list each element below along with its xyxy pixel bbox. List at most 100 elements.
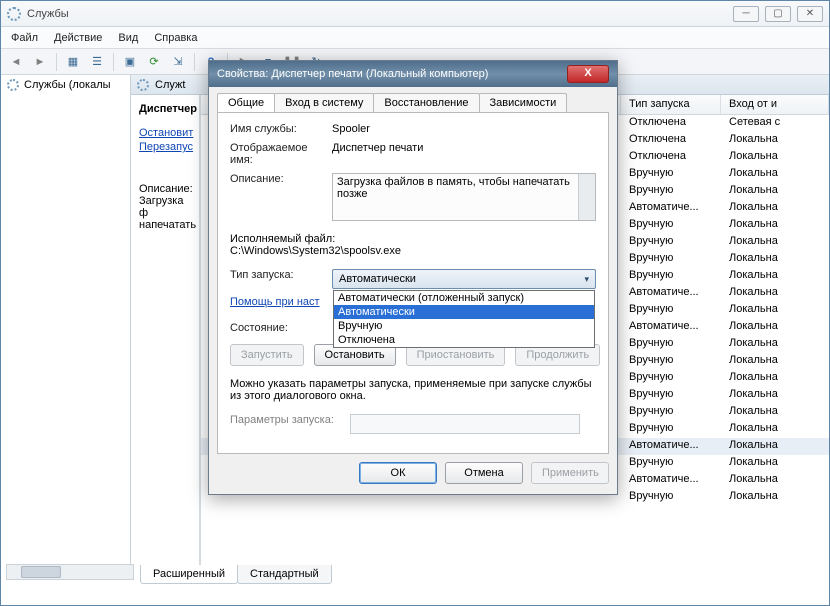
col-logon[interactable]: Вход от и	[721, 95, 829, 114]
tab-logon[interactable]: Вход в систему	[274, 93, 374, 112]
startup-params-input	[350, 414, 580, 434]
cell-logon: Локальна	[721, 167, 829, 182]
horizontal-scrollbar[interactable]	[6, 564, 134, 580]
cancel-button[interactable]: Отмена	[445, 462, 523, 484]
cell-startup: Вручную	[621, 354, 721, 369]
services-icon	[7, 7, 21, 21]
value-exe-path: C:\Windows\System32\spoolsv.exe	[230, 245, 596, 257]
list-view-button[interactable]: ☰	[86, 52, 108, 72]
cell-startup: Вручную	[621, 337, 721, 352]
cell-logon: Локальна	[721, 201, 829, 216]
label-startup-type: Тип запуска:	[230, 269, 332, 289]
tree-panel: Службы (локалы	[1, 75, 131, 580]
detail-header-label: Служt	[155, 79, 185, 91]
maximize-button[interactable]: ▢	[765, 6, 791, 22]
option-delayed[interactable]: Автоматически (отложенный запуск)	[334, 291, 594, 305]
menu-action[interactable]: Действие	[54, 32, 102, 44]
combo-selected-value: Автоматически	[339, 273, 416, 285]
stop-link[interactable]: Остановит	[139, 127, 191, 139]
tab-recovery[interactable]: Восстановление	[373, 93, 479, 112]
cell-logon: Локальна	[721, 439, 829, 454]
cell-logon: Локальна	[721, 150, 829, 165]
cell-startup: Вручную	[621, 490, 721, 505]
option-manual[interactable]: Вручную	[334, 319, 594, 333]
cell-startup: Вручную	[621, 456, 721, 471]
cell-logon: Локальна	[721, 388, 829, 403]
selected-service-name: Диспетчер	[139, 103, 191, 115]
cell-startup: Вручную	[621, 184, 721, 199]
close-button[interactable]: ✕	[797, 6, 823, 22]
cell-logon: Локальна	[721, 473, 829, 488]
ok-button[interactable]: ОК	[359, 462, 437, 484]
cell-startup: Отключена	[621, 116, 721, 131]
cell-logon: Локальна	[721, 371, 829, 386]
cell-startup: Вручную	[621, 303, 721, 318]
cell-logon: Локальна	[721, 354, 829, 369]
cell-startup: Вручную	[621, 405, 721, 420]
cell-logon: Локальна	[721, 422, 829, 437]
cell-logon: Локальна	[721, 269, 829, 284]
tab-general[interactable]: Общие	[217, 93, 275, 112]
cell-startup: Автоматиче...	[621, 320, 721, 335]
cell-logon: Локальна	[721, 133, 829, 148]
startup-type-combobox[interactable]: Автоматически Автоматически (отложенный …	[332, 269, 596, 289]
cell-logon: Локальна	[721, 337, 829, 352]
tab-extended[interactable]: Расширенный	[140, 565, 238, 584]
cell-logon: Локальна	[721, 490, 829, 505]
start-service-button: Запустить	[230, 344, 304, 366]
details-view-button[interactable]: ▦	[62, 52, 84, 72]
tab-dependencies[interactable]: Зависимости	[479, 93, 568, 112]
startup-params-info: Можно указать параметры запуска, применя…	[230, 378, 596, 402]
menu-file[interactable]: Файл	[11, 32, 38, 44]
desc-text2: напечатать	[139, 219, 191, 231]
cell-startup: Вручную	[621, 371, 721, 386]
menu-view[interactable]: Вид	[118, 32, 138, 44]
cell-startup: Отключена	[621, 150, 721, 165]
cell-startup: Автоматиче...	[621, 439, 721, 454]
restart-link[interactable]: Перезапус	[139, 141, 191, 153]
cell-startup: Автоматиче...	[621, 201, 721, 216]
cell-startup: Вручную	[621, 422, 721, 437]
value-service-name: Spooler	[332, 123, 596, 135]
label-exe-path: Исполняемый файл:	[230, 233, 596, 245]
help-link[interactable]: Помощь при наст	[230, 296, 320, 308]
menu-help[interactable]: Справка	[154, 32, 197, 44]
dialog-close-button[interactable]: X	[567, 65, 609, 83]
cell-logon: Локальна	[721, 286, 829, 301]
label-display-name: Отображаемое имя:	[230, 142, 332, 166]
dialog-title: Свойства: Диспетчер печати (Локальный ко…	[217, 68, 567, 80]
startup-type-dropdown: Автоматически (отложенный запуск) Автома…	[333, 290, 595, 348]
cell-startup: Вручную	[621, 218, 721, 233]
cell-startup: Вручную	[621, 269, 721, 284]
export-button[interactable]: ⇲	[167, 52, 189, 72]
desc-label: Описание:	[139, 183, 191, 195]
cell-startup: Автоматиче...	[621, 286, 721, 301]
menubar: Файл Действие Вид Справка	[1, 27, 829, 49]
desc-text: Загрузка ф	[139, 195, 191, 219]
tab-standard[interactable]: Стандартный	[237, 565, 332, 584]
properties-button[interactable]: ▣	[119, 52, 141, 72]
minimize-button[interactable]: ─	[733, 6, 759, 22]
back-button[interactable]: ◄	[5, 52, 27, 72]
value-display-name: Диспетчер печати	[332, 142, 596, 166]
refresh-button[interactable]: ⟳	[143, 52, 165, 72]
titlebar: Службы ─ ▢ ✕	[1, 1, 829, 27]
services-icon	[7, 79, 19, 91]
tree-root-label: Службы (локалы	[24, 79, 111, 91]
cell-logon: Локальна	[721, 405, 829, 420]
forward-button[interactable]: ►	[29, 52, 51, 72]
col-startup[interactable]: Тип запуска	[621, 95, 721, 114]
cell-logon: Сетевая с	[721, 116, 829, 131]
label-service-name: Имя службы:	[230, 123, 332, 135]
cell-logon: Локальна	[721, 303, 829, 318]
option-disabled[interactable]: Отключена	[334, 333, 594, 347]
cell-startup: Вручную	[621, 167, 721, 182]
detail-description-pane: Диспетчер Остановит Перезапус Описание: …	[131, 95, 201, 580]
tree-root[interactable]: Службы (локалы	[1, 77, 130, 93]
description-textbox[interactable]: Загрузка файлов в память, чтобы напечата…	[332, 173, 596, 221]
window-title: Службы	[27, 8, 733, 20]
cell-startup: Вручную	[621, 252, 721, 267]
cell-startup: Отключена	[621, 133, 721, 148]
option-automatic[interactable]: Автоматически	[334, 305, 594, 319]
cell-logon: Локальна	[721, 456, 829, 471]
